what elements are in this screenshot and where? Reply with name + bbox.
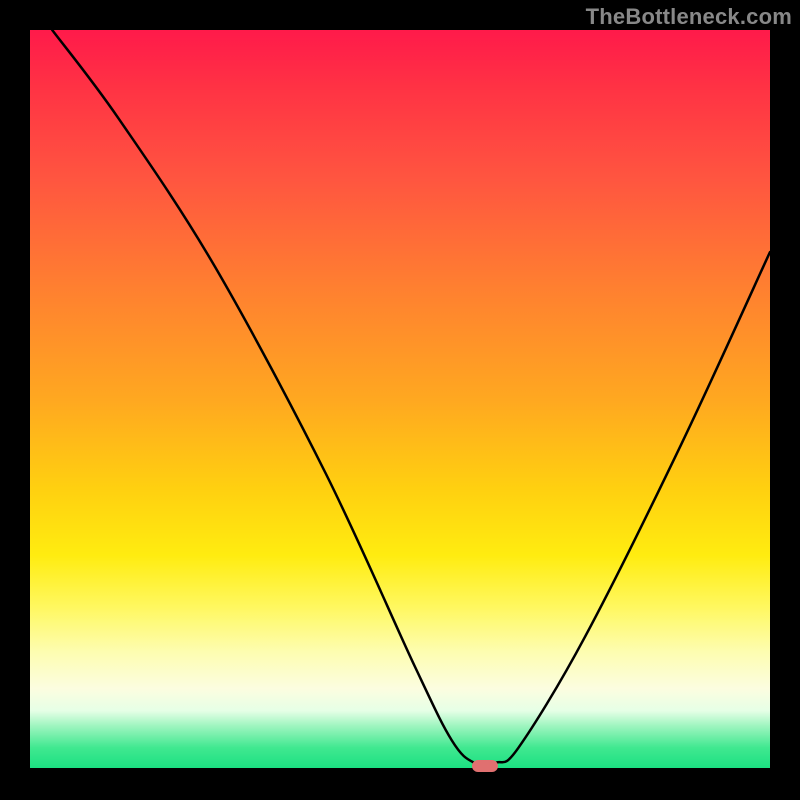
plot-area (30, 30, 770, 770)
watermark-text: TheBottleneck.com (586, 4, 792, 30)
bottleneck-curve (30, 30, 770, 770)
optimal-marker (472, 760, 498, 772)
